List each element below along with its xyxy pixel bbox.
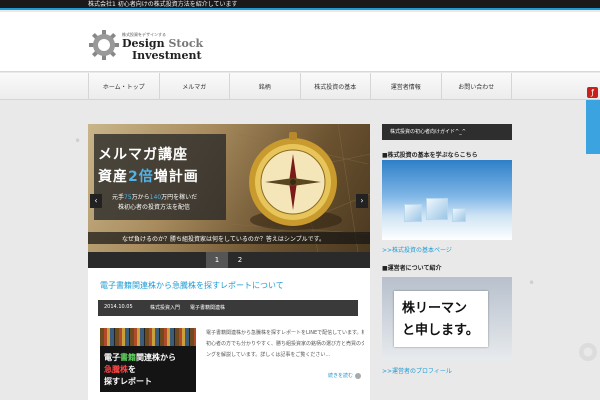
thumb-line1-pre: 電子 xyxy=(104,353,120,362)
site-description: 株式会社1 初心者向けの株式投資方法を紹介しています xyxy=(88,1,238,8)
floating-side-tab[interactable] xyxy=(586,100,600,154)
nav-item-mailmagazine[interactable]: メルマガ xyxy=(160,73,230,100)
thumb-line1-highlight: 書籍 xyxy=(120,353,136,362)
sidebar-profile-link[interactable]: >>運営者のプロフィール xyxy=(382,366,452,375)
sidebar-header: 株式投資の初心者向けガイド^_^ xyxy=(382,124,512,140)
thumb-line1-post: 関連株から xyxy=(136,353,176,362)
post-category-link[interactable]: 株式投資入門 xyxy=(150,304,180,311)
sidebar-section1-title: ■株式投資の基本を学ぶならこちら xyxy=(382,152,478,159)
slide-body1-post: 万円を稼いだ xyxy=(161,194,198,201)
post-thumbnail[interactable]: 電子書籍関連株から 急騰株を 探すレポート xyxy=(100,328,196,392)
slide-title-line2: 資産2倍増計画 xyxy=(98,166,199,186)
post-tag-link[interactable]: 電子書籍関連株 xyxy=(190,304,225,311)
thumb-text-line1: 電子書籍関連株から xyxy=(104,352,176,363)
hero-slider[interactable]: メルマガ講座 資産2倍増計画 元手75万から140万円を稼いだ 株初心者の投資方… xyxy=(88,124,370,252)
post-meta-bar: 2014.10.05 株式投資入門 電子書籍関連株 xyxy=(98,300,358,316)
decorative-mark-left: • xyxy=(74,134,82,148)
logo-title-line2: Investment xyxy=(132,49,202,62)
decorative-mark-right: • xyxy=(528,276,536,290)
slide-caption: なぜ負けるのか？勝ち組投資家は何をしているのか？答えはシンプルです。 xyxy=(122,236,326,243)
sidebar: 株式投資の初心者向けガイド^_^ ■株式投資の基本を学ぶならこちら >>株式投資… xyxy=(382,124,512,400)
cube-shape xyxy=(404,204,422,222)
slide-body1-hl1: 75 xyxy=(124,194,132,201)
slide-title2-post: 増計画 xyxy=(153,169,199,185)
slide-title-line1: メルマガ講座 xyxy=(98,147,188,163)
excerpt-line: ングを解説しています。詳しくは記事をご覧ください… xyxy=(206,352,331,358)
cube-shape xyxy=(426,198,448,220)
slide-body-line1: 元手75万から140万円を稼いだ xyxy=(112,192,197,201)
nav-item-home[interactable]: ホーム・トップ xyxy=(89,73,160,100)
thumb-text-line2: 急騰株を xyxy=(104,364,136,375)
sidebar-section2-title: ■運営者について紹介 xyxy=(382,265,442,272)
read-more-label: 続きを読む xyxy=(328,373,354,379)
excerpt-line: 初心者の方でも分かりやすく、勝ち組投資家の銘柄の選び方と売買のタイミ xyxy=(206,341,364,347)
bookshelf-image xyxy=(100,328,196,346)
slide-body1-mid: 万から xyxy=(131,194,150,201)
sidebar-basics-link[interactable]: >>株式投資の基本ページ xyxy=(382,245,452,254)
nav-item-about[interactable]: 運営者情報 xyxy=(371,73,442,100)
sign-line1: 株リーマン xyxy=(402,301,468,316)
slider-page-1[interactable]: 1 xyxy=(206,252,228,268)
nav-item-basics[interactable]: 株式投資の基本 xyxy=(301,73,371,100)
slide-body-line2: 株初心者の投資方法を配信 xyxy=(118,204,191,211)
main-content: メルマガ講座 資産2倍増計画 元手75万から140万円を稼いだ 株初心者の投資方… xyxy=(88,124,370,400)
post-date: 2014.10.05 xyxy=(104,304,133,310)
nav-menu: ホーム・トップ メルマガ 銘柄 株式投資の基本 運営者情報 お問い合わせ xyxy=(88,73,512,100)
global-nav: ホーム・トップ メルマガ 銘柄 株式投資の基本 運営者情報 お問い合わせ xyxy=(0,73,600,100)
site-logo[interactable]: 株式投資をデザインする Design Stock Investment xyxy=(88,29,208,62)
read-more-link[interactable]: 続きを読む xyxy=(328,372,362,379)
compass-image xyxy=(249,132,342,230)
flash-icon[interactable]: ƒ xyxy=(587,87,598,98)
slider-page-2[interactable]: 2 xyxy=(229,252,251,268)
nav-item-stocks[interactable]: 銘柄 xyxy=(230,73,301,100)
slider-next-button[interactable]: › xyxy=(356,194,368,208)
slide-body1-hl2: 140 xyxy=(149,194,162,201)
thumb-line2-highlight: 急騰株 xyxy=(104,365,128,374)
site-header: 株式投資をデザインする Design Stock Investment xyxy=(0,12,600,72)
sign-line2: と申します。 xyxy=(402,323,479,338)
gear-icon xyxy=(89,30,119,60)
slide-title2-highlight: 2倍 xyxy=(128,169,154,185)
thumb-line2-post: を xyxy=(128,365,136,374)
slide-title2-pre: 資産 xyxy=(98,169,128,185)
post-title-link[interactable]: 電子書籍関連株から急騰株を探すレポートについて xyxy=(100,280,360,291)
gear-icon xyxy=(579,343,597,361)
name-sign: 株リーマン と申します。 xyxy=(394,291,488,347)
thumb-text-line3: 探すレポート xyxy=(104,377,152,386)
excerpt-line: 電子書籍関連株から急騰株を探すレポートをLINEで配信しています。株式投資 xyxy=(206,330,364,336)
profile-sign-image[interactable]: 株リーマン と申します。 xyxy=(382,277,512,361)
slider-pager: 1 2 xyxy=(88,252,370,268)
sky-cubes-image[interactable] xyxy=(382,160,512,240)
post-excerpt: 電子書籍関連株から急騰株を探すレポートをLINEで配信しています。株式投資 初心… xyxy=(206,328,364,361)
slide-body1-pre: 元手 xyxy=(112,194,125,201)
nav-item-contact[interactable]: お問い合わせ xyxy=(442,73,512,100)
cube-shape xyxy=(452,208,466,222)
circle-arrow-icon xyxy=(355,372,362,379)
slider-prev-button[interactable]: ‹ xyxy=(90,194,102,208)
top-bar: 株式会社1 初心者向けの株式投資方法を紹介しています xyxy=(0,0,600,10)
